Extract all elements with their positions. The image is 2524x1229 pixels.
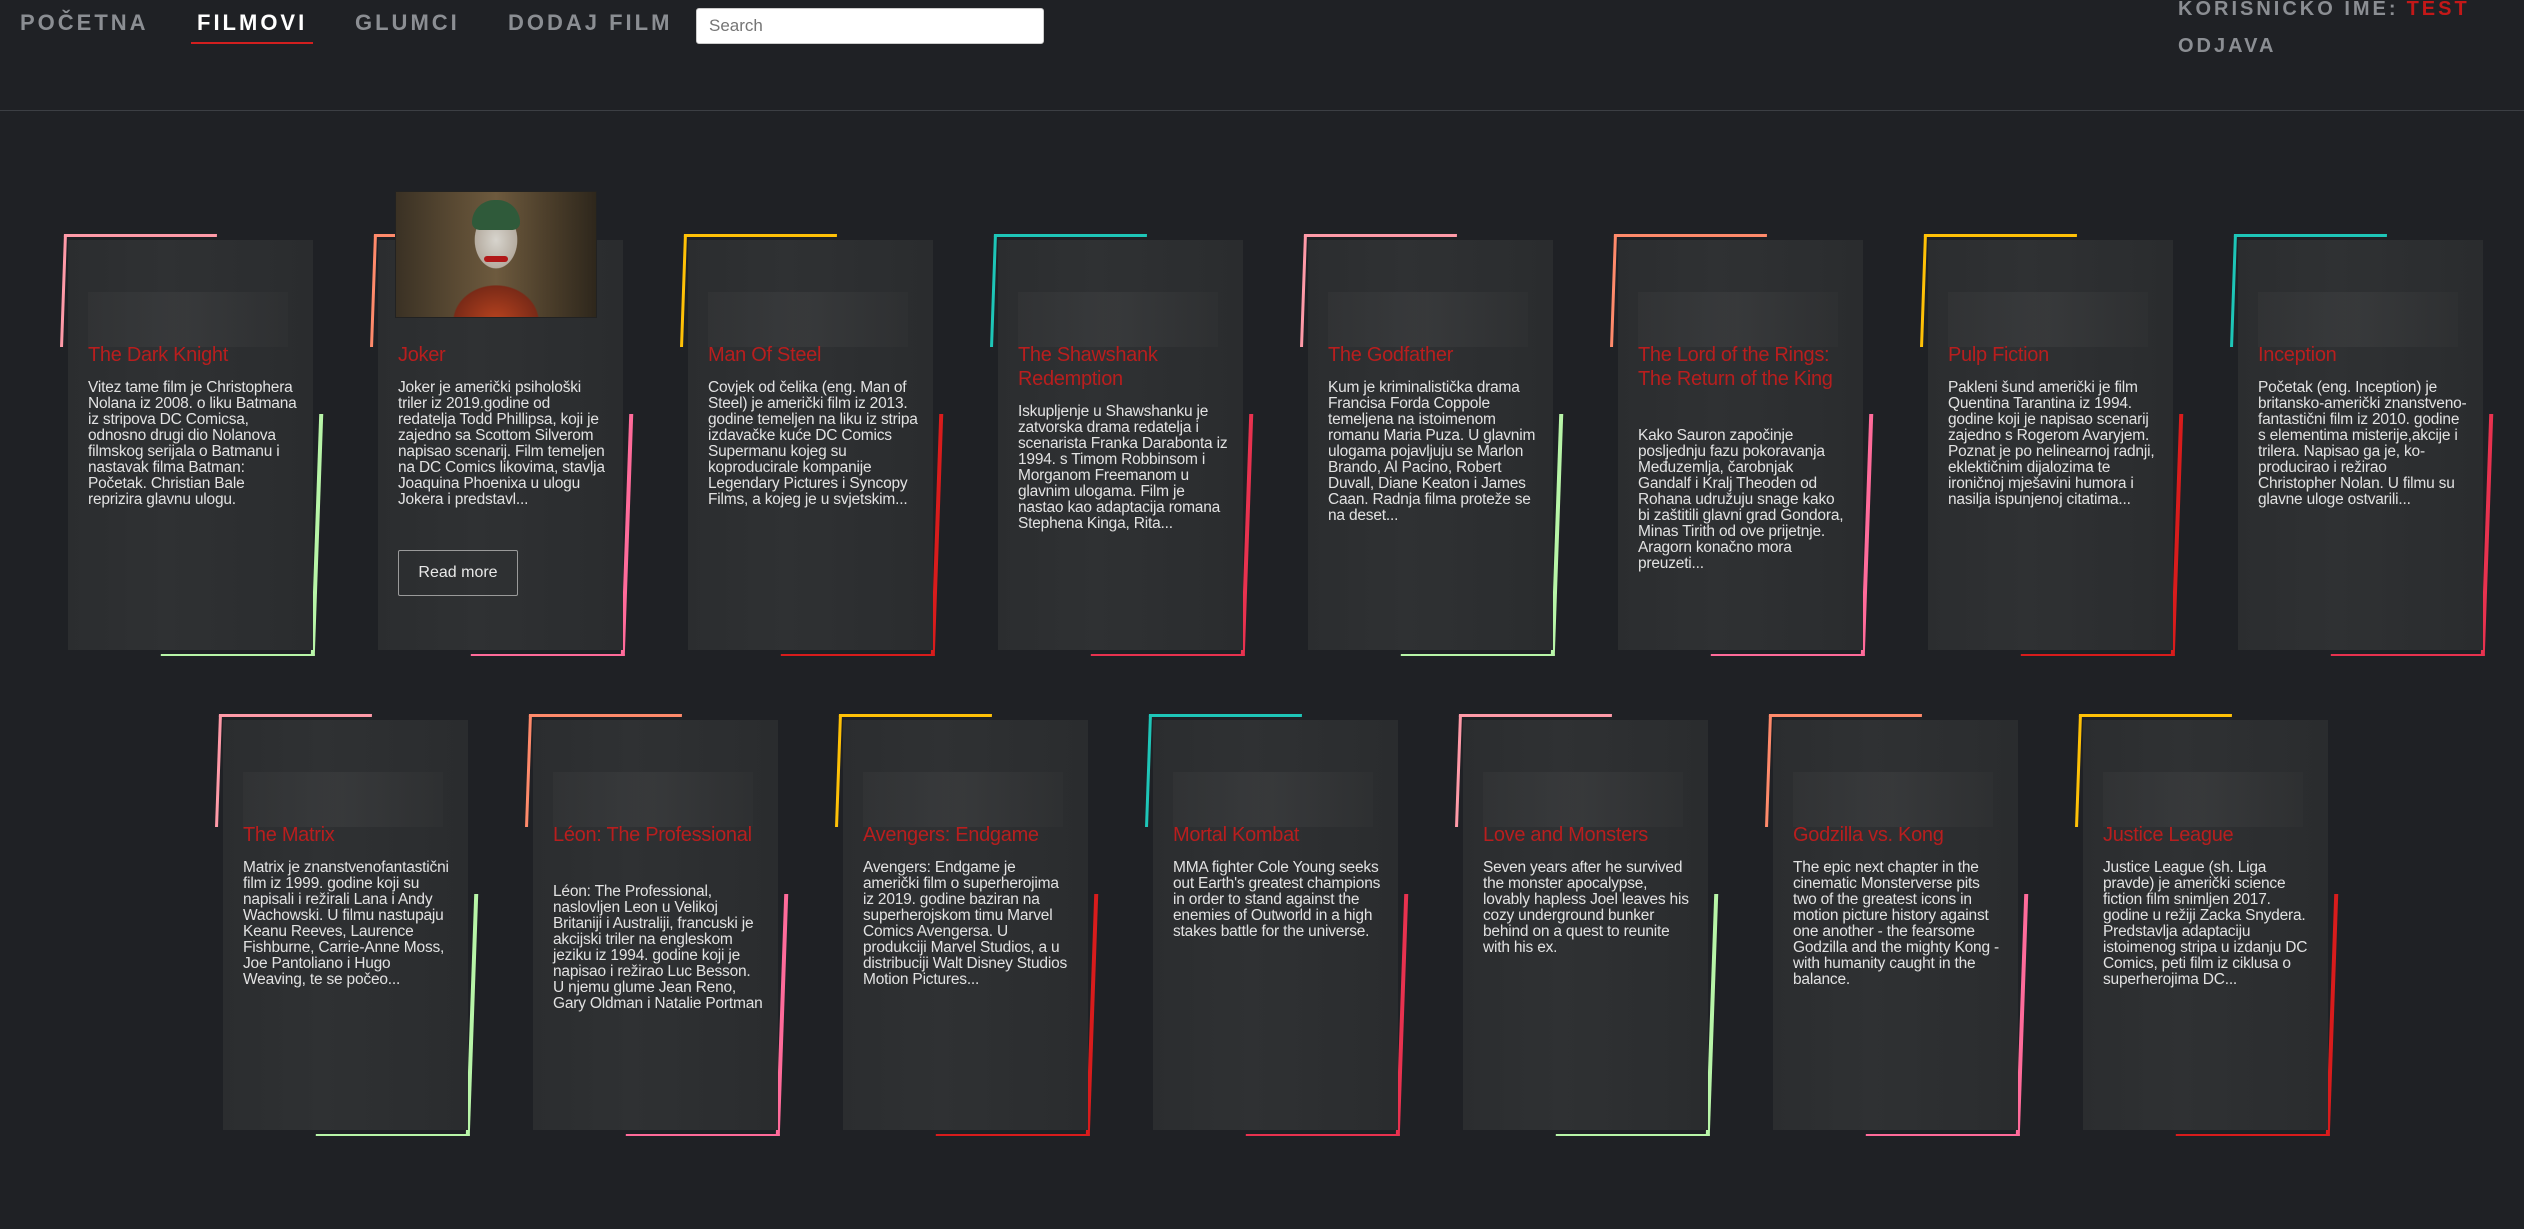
movie-title[interactable]: Man Of Steel bbox=[708, 343, 918, 367]
card-background-thumbnail bbox=[1638, 292, 1838, 347]
movie-title[interactable]: Mortal Kombat bbox=[1173, 823, 1383, 847]
movie-title[interactable]: Godzilla vs. Kong bbox=[1793, 823, 2003, 847]
movie-card[interactable]: Love and Monsters Seven years after he su… bbox=[1455, 714, 1719, 1136]
movie-title[interactable]: The Dark Knight bbox=[88, 343, 298, 367]
nav-dodaj-film[interactable]: Dodaj film bbox=[508, 10, 672, 36]
card-background-thumbnail bbox=[1328, 292, 1528, 347]
card-panel: The Dark Knight Vitez tame film je Christ… bbox=[68, 240, 313, 650]
movie-description: Pakleni šund američki je film Quentina T… bbox=[1948, 379, 2155, 508]
movie-card[interactable]: Avengers: Endgame Avengers: Endgame je am… bbox=[835, 714, 1099, 1136]
card-background-thumbnail bbox=[2103, 772, 2303, 827]
movie-title[interactable]: Pulp Fiction bbox=[1948, 343, 2158, 367]
card-panel: The Matrix Matrix je znanstvenofantastičn… bbox=[223, 720, 468, 1130]
movie-title[interactable]: Love and Monsters bbox=[1483, 823, 1693, 847]
movie-card[interactable]: Mortal Kombat MMA fighter Cole Young seek… bbox=[1145, 714, 1409, 1136]
movie-description: Léon: The Professional, naslovljen Leon … bbox=[553, 883, 763, 1012]
card-panel: Mortal Kombat MMA fighter Cole Young seek… bbox=[1153, 720, 1398, 1130]
logout-link[interactable]: ODJAVA bbox=[2178, 35, 2276, 58]
card-panel: Inception Početak (eng. Inception) je bri… bbox=[2238, 240, 2483, 650]
joker-hair-shape bbox=[472, 200, 520, 230]
card-background-thumbnail bbox=[1173, 772, 1373, 827]
movie-title[interactable]: Inception bbox=[2258, 343, 2468, 367]
movie-description: Seven years after he survived the monste… bbox=[1483, 859, 1689, 956]
movie-title[interactable]: The Shawshank Redemption bbox=[1018, 343, 1228, 391]
card-background-thumbnail bbox=[553, 772, 753, 827]
movie-card[interactable]: Man Of Steel Covjek od čelika (eng. Man o… bbox=[680, 234, 944, 656]
movie-title[interactable]: Avengers: Endgame bbox=[863, 823, 1073, 847]
card-panel: Léon: The Professional Léon: The Professi… bbox=[533, 720, 778, 1130]
card-panel: Godzilla vs. Kong The epic next chapter i… bbox=[1773, 720, 2018, 1130]
username-value: TEST bbox=[2406, 0, 2470, 20]
card-panel: The Godfather Kum je kriminalistička dram… bbox=[1308, 240, 1553, 650]
movie-card[interactable]: The Shawshank Redemption Iskupljenje u Sh… bbox=[990, 234, 1254, 656]
movie-card[interactable]: Pulp Fiction Pakleni šund američki je fil… bbox=[1920, 234, 2184, 656]
card-background-thumbnail bbox=[1483, 772, 1683, 827]
nav-glumci[interactable]: Glumci bbox=[355, 10, 460, 36]
card-background-thumbnail bbox=[2258, 292, 2458, 347]
movie-card[interactable]: Godzilla vs. Kong The epic next chapter i… bbox=[1765, 714, 2029, 1136]
movie-description: Iskupljenje u Shawshanku je zatvorska dr… bbox=[1018, 403, 1228, 532]
card-background-thumbnail bbox=[863, 772, 1063, 827]
card-panel: Avengers: Endgame Avengers: Endgame je am… bbox=[843, 720, 1088, 1130]
joker-poster-image bbox=[396, 192, 596, 317]
nav-filmovi[interactable]: Filmovi bbox=[190, 10, 314, 44]
movie-description: The epic next chapter in the cinematic M… bbox=[1793, 859, 1999, 988]
card-panel: Man Of Steel Covjek od čelika (eng. Man o… bbox=[688, 240, 933, 650]
movie-title[interactable]: Justice League bbox=[2103, 823, 2313, 847]
movie-description: Vitez tame film je Christophera Nolana i… bbox=[88, 379, 297, 508]
movie-description: Covjek od čelika (eng. Man of Steel) je … bbox=[708, 379, 918, 508]
top-navbar: Početna Filmovi Glumci Dodaj film KORISN… bbox=[0, 0, 2524, 111]
card-background-thumbnail bbox=[1793, 772, 1993, 827]
movie-card[interactable]: Léon: The Professional Léon: The Professi… bbox=[525, 714, 789, 1136]
movie-card[interactable]: The Matrix Matrix je znanstvenofantastičn… bbox=[215, 714, 479, 1136]
card-background-thumbnail bbox=[88, 292, 288, 347]
card-background-thumbnail bbox=[243, 772, 443, 827]
card-panel: Pulp Fiction Pakleni šund američki je fil… bbox=[1928, 240, 2173, 650]
card-panel: Justice League Justice League (sh. Liga p… bbox=[2083, 720, 2328, 1130]
movie-title[interactable]: Léon: The Professional bbox=[553, 823, 763, 847]
nav-pocetna[interactable]: Početna bbox=[20, 10, 149, 36]
joker-mouth-shape bbox=[484, 256, 508, 262]
movie-description: Matrix je znanstvenofantastični film iz … bbox=[243, 859, 449, 988]
read-more-button[interactable]: Read more bbox=[398, 550, 518, 596]
card-panel: Love and Monsters Seven years after he su… bbox=[1463, 720, 1708, 1130]
movie-description: Avengers: Endgame je američki film o sup… bbox=[863, 859, 1068, 988]
movie-title[interactable]: The Matrix bbox=[243, 823, 453, 847]
card-background-thumbnail bbox=[1948, 292, 2148, 347]
movie-card[interactable]: Justice League Justice League (sh. Liga p… bbox=[2075, 714, 2339, 1136]
search-input[interactable] bbox=[696, 8, 1044, 44]
movie-title[interactable]: The Lord of the Rings: The Return of the… bbox=[1638, 343, 1848, 391]
movie-card[interactable]: Inception Početak (eng. Inception) je bri… bbox=[2230, 234, 2494, 656]
movie-description: Justice League (sh. Liga pravde) je amer… bbox=[2103, 859, 2308, 988]
username-label: KORISNIČKO IME: bbox=[2178, 0, 2399, 20]
card-panel: The Shawshank Redemption Iskupljenje u Sh… bbox=[998, 240, 1243, 650]
movie-card[interactable]: The Dark Knight Vitez tame film je Christ… bbox=[60, 234, 324, 656]
user-info: KORISNIČKO IME: TEST bbox=[2178, 0, 2470, 21]
card-background-thumbnail bbox=[708, 292, 908, 347]
movie-description: MMA fighter Cole Young seeks out Earth's… bbox=[1173, 859, 1381, 940]
movie-card[interactable]: The Godfather Kum je kriminalistička dram… bbox=[1300, 234, 1564, 656]
movie-title[interactable]: The Godfather bbox=[1328, 343, 1538, 367]
movie-description: Joker je američki psihološki triler iz 2… bbox=[398, 379, 605, 508]
movie-title[interactable]: Joker bbox=[398, 343, 608, 367]
movie-description: Kako Sauron započinje posljednju fazu po… bbox=[1638, 427, 1844, 572]
movie-description: Početak (eng. Inception) je britansko-am… bbox=[2258, 379, 2467, 508]
card-background-thumbnail bbox=[1018, 292, 1218, 347]
movie-description: Kum je kriminalistička drama Francisa Fo… bbox=[1328, 379, 1536, 524]
card-panel: The Lord of the Rings: The Return of the… bbox=[1618, 240, 1863, 650]
movie-card[interactable]: The Lord of the Rings: The Return of the… bbox=[1610, 234, 1874, 656]
